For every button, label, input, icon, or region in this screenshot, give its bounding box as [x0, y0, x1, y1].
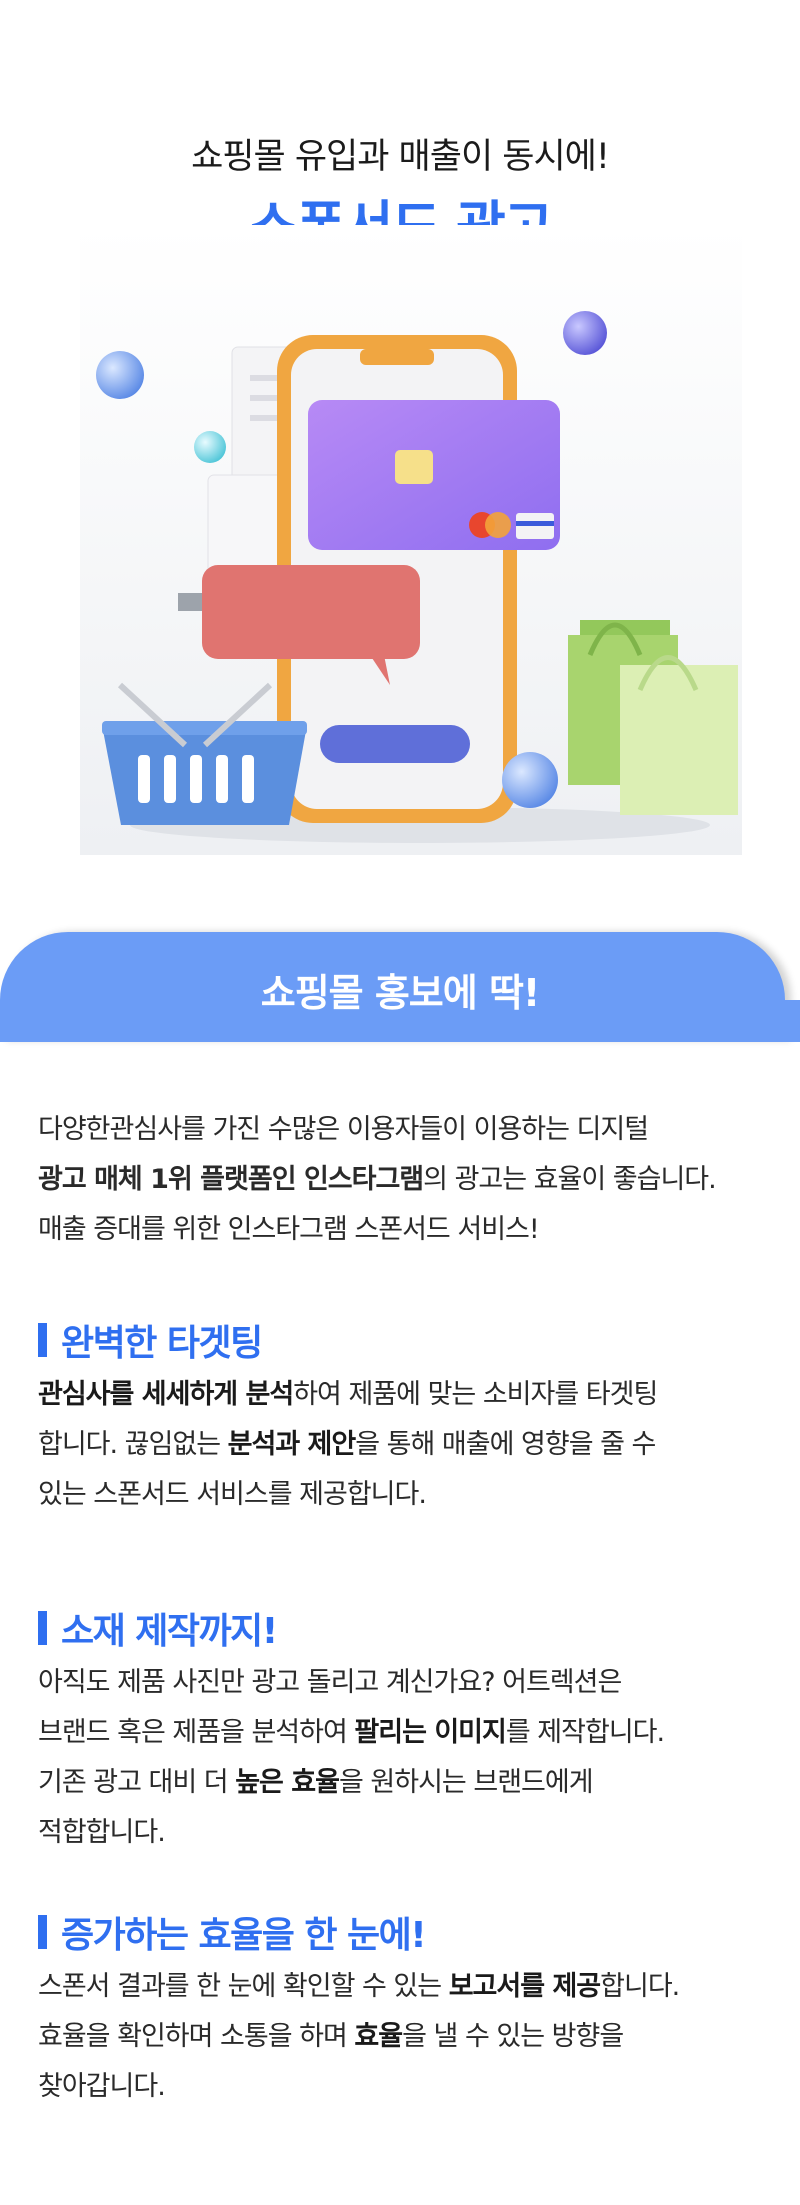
- intro-line-1: 다양한관심사를 가진 수많은 이용자들이 이용하는 디지털: [38, 1114, 649, 1145]
- section-line: 기존 광고 대비 더 높은 효율을 원하시는 브랜드에게: [38, 1758, 788, 1808]
- section-marker: [38, 1611, 47, 1645]
- page: 쇼핑몰 유입과 매출이 동시에! 스폰서드 광고: [0, 0, 800, 2205]
- section-marker: [38, 1323, 47, 1357]
- section-line: 관심사를 세세하게 분석하여 제품에 맞는 소비자를 타겟팅: [38, 1370, 788, 1420]
- section-bold-text: 팔리는 이미지: [354, 1717, 506, 1748]
- section-line: 아직도 제품 사진만 광고 돌리고 계신가요? 어트렉션은: [38, 1667, 622, 1698]
- section-bold-text: 분석과 제안: [227, 1429, 357, 1460]
- section-text: 을 통해 매출에 영향을 줄 수: [355, 1429, 656, 1460]
- section-targeting: 완벽한 타겟팅 관심사를 세세하게 분석하여 제품에 맞는 소비자를 타겟팅 합…: [38, 1310, 788, 1520]
- shopping-phone-illustration: [80, 225, 742, 855]
- section-marker: [38, 1915, 47, 1949]
- section-text: 을 원하시는 브랜드에게: [338, 1767, 594, 1798]
- section-title: 완벽한 타겟팅: [61, 1323, 263, 1364]
- section-bold-text: 보고서를 제공: [448, 1971, 601, 2002]
- section-title: 증가하는 효율을 한 눈에!: [61, 1915, 427, 1956]
- hero-subtitle: 쇼핑몰 유입과 매출이 동시에!: [191, 137, 610, 177]
- intro-line-2: 광고 매체 1위 플랫폼인 인스타그램의 광고는 효율이 좋습니다.: [38, 1155, 788, 1205]
- section-text: 를 제작합니다.: [505, 1717, 665, 1748]
- section-creative: 소재 제작까지! 아직도 제품 사진만 광고 돌리고 계신가요? 어트렉션은 브…: [38, 1598, 788, 1858]
- section-line: 있는 스폰서드 서비스를 제공합니다.: [38, 1479, 427, 1510]
- section-heading: 증가하는 효율을 한 눈에!: [38, 1902, 788, 1962]
- section-line: 스폰서 결과를 한 눈에 확인할 수 있는 보고서를 제공합니다.: [38, 1962, 788, 2012]
- section-text: 효율을 확인하며 소통을 하며: [38, 2021, 355, 2052]
- intro-line-2-bold: 광고 매체 1위 플랫폼인 인스타그램: [38, 1164, 424, 1195]
- intro-line-3: 매출 증대를 위한 인스타그램 스폰서드 서비스!: [38, 1214, 540, 1245]
- intro-text: 다양한관심사를 가진 수많은 이용자들이 이용하는 디지털 광고 매체 1위 플…: [38, 1105, 788, 1255]
- section-text: 합니다.: [600, 1971, 680, 2002]
- section-line: 찾아갑니다.: [38, 2071, 166, 2102]
- section-line: 적합합니다.: [38, 1817, 166, 1848]
- section-line: 효율을 확인하며 소통을 하며 효율을 낼 수 있는 방향을: [38, 2012, 788, 2062]
- section-text: 합니다. 끊임없는: [38, 1429, 228, 1460]
- section-heading: 완벽한 타겟팅: [38, 1310, 788, 1370]
- section-heading: 소재 제작까지!: [38, 1598, 788, 1658]
- banner-title: 쇼핑몰 홍보에 딱!: [260, 971, 541, 1015]
- section-text: 스폰서 결과를 한 눈에 확인할 수 있는: [38, 1971, 449, 2002]
- section-text: 기존 광고 대비 더: [38, 1767, 236, 1798]
- section-bold-text: 높은 효율: [235, 1767, 340, 1798]
- section-text: 하여 제품에 맞는 소비자를 타겟팅: [293, 1379, 658, 1410]
- section-text: 브랜드 혹은 제품을 분석하여: [38, 1717, 355, 1748]
- section-text: 을 낼 수 있는 방향을: [402, 2021, 624, 2052]
- section-line: 브랜드 혹은 제품을 분석하여 팔리는 이미지를 제작합니다.: [38, 1708, 788, 1758]
- intro-line-2-rest: 의 광고는 효율이 좋습니다.: [423, 1164, 717, 1195]
- section-title: 소재 제작까지!: [61, 1611, 278, 1652]
- section-line: 합니다. 끊임없는 분석과 제안을 통해 매출에 영향을 줄 수: [38, 1420, 788, 1470]
- section-report: 증가하는 효율을 한 눈에! 스폰서 결과를 한 눈에 확인할 수 있는 보고서…: [38, 1902, 788, 2112]
- section-bold-text: 효율: [354, 2021, 403, 2052]
- section-bold-text: 관심사를 세세하게 분석: [38, 1379, 294, 1410]
